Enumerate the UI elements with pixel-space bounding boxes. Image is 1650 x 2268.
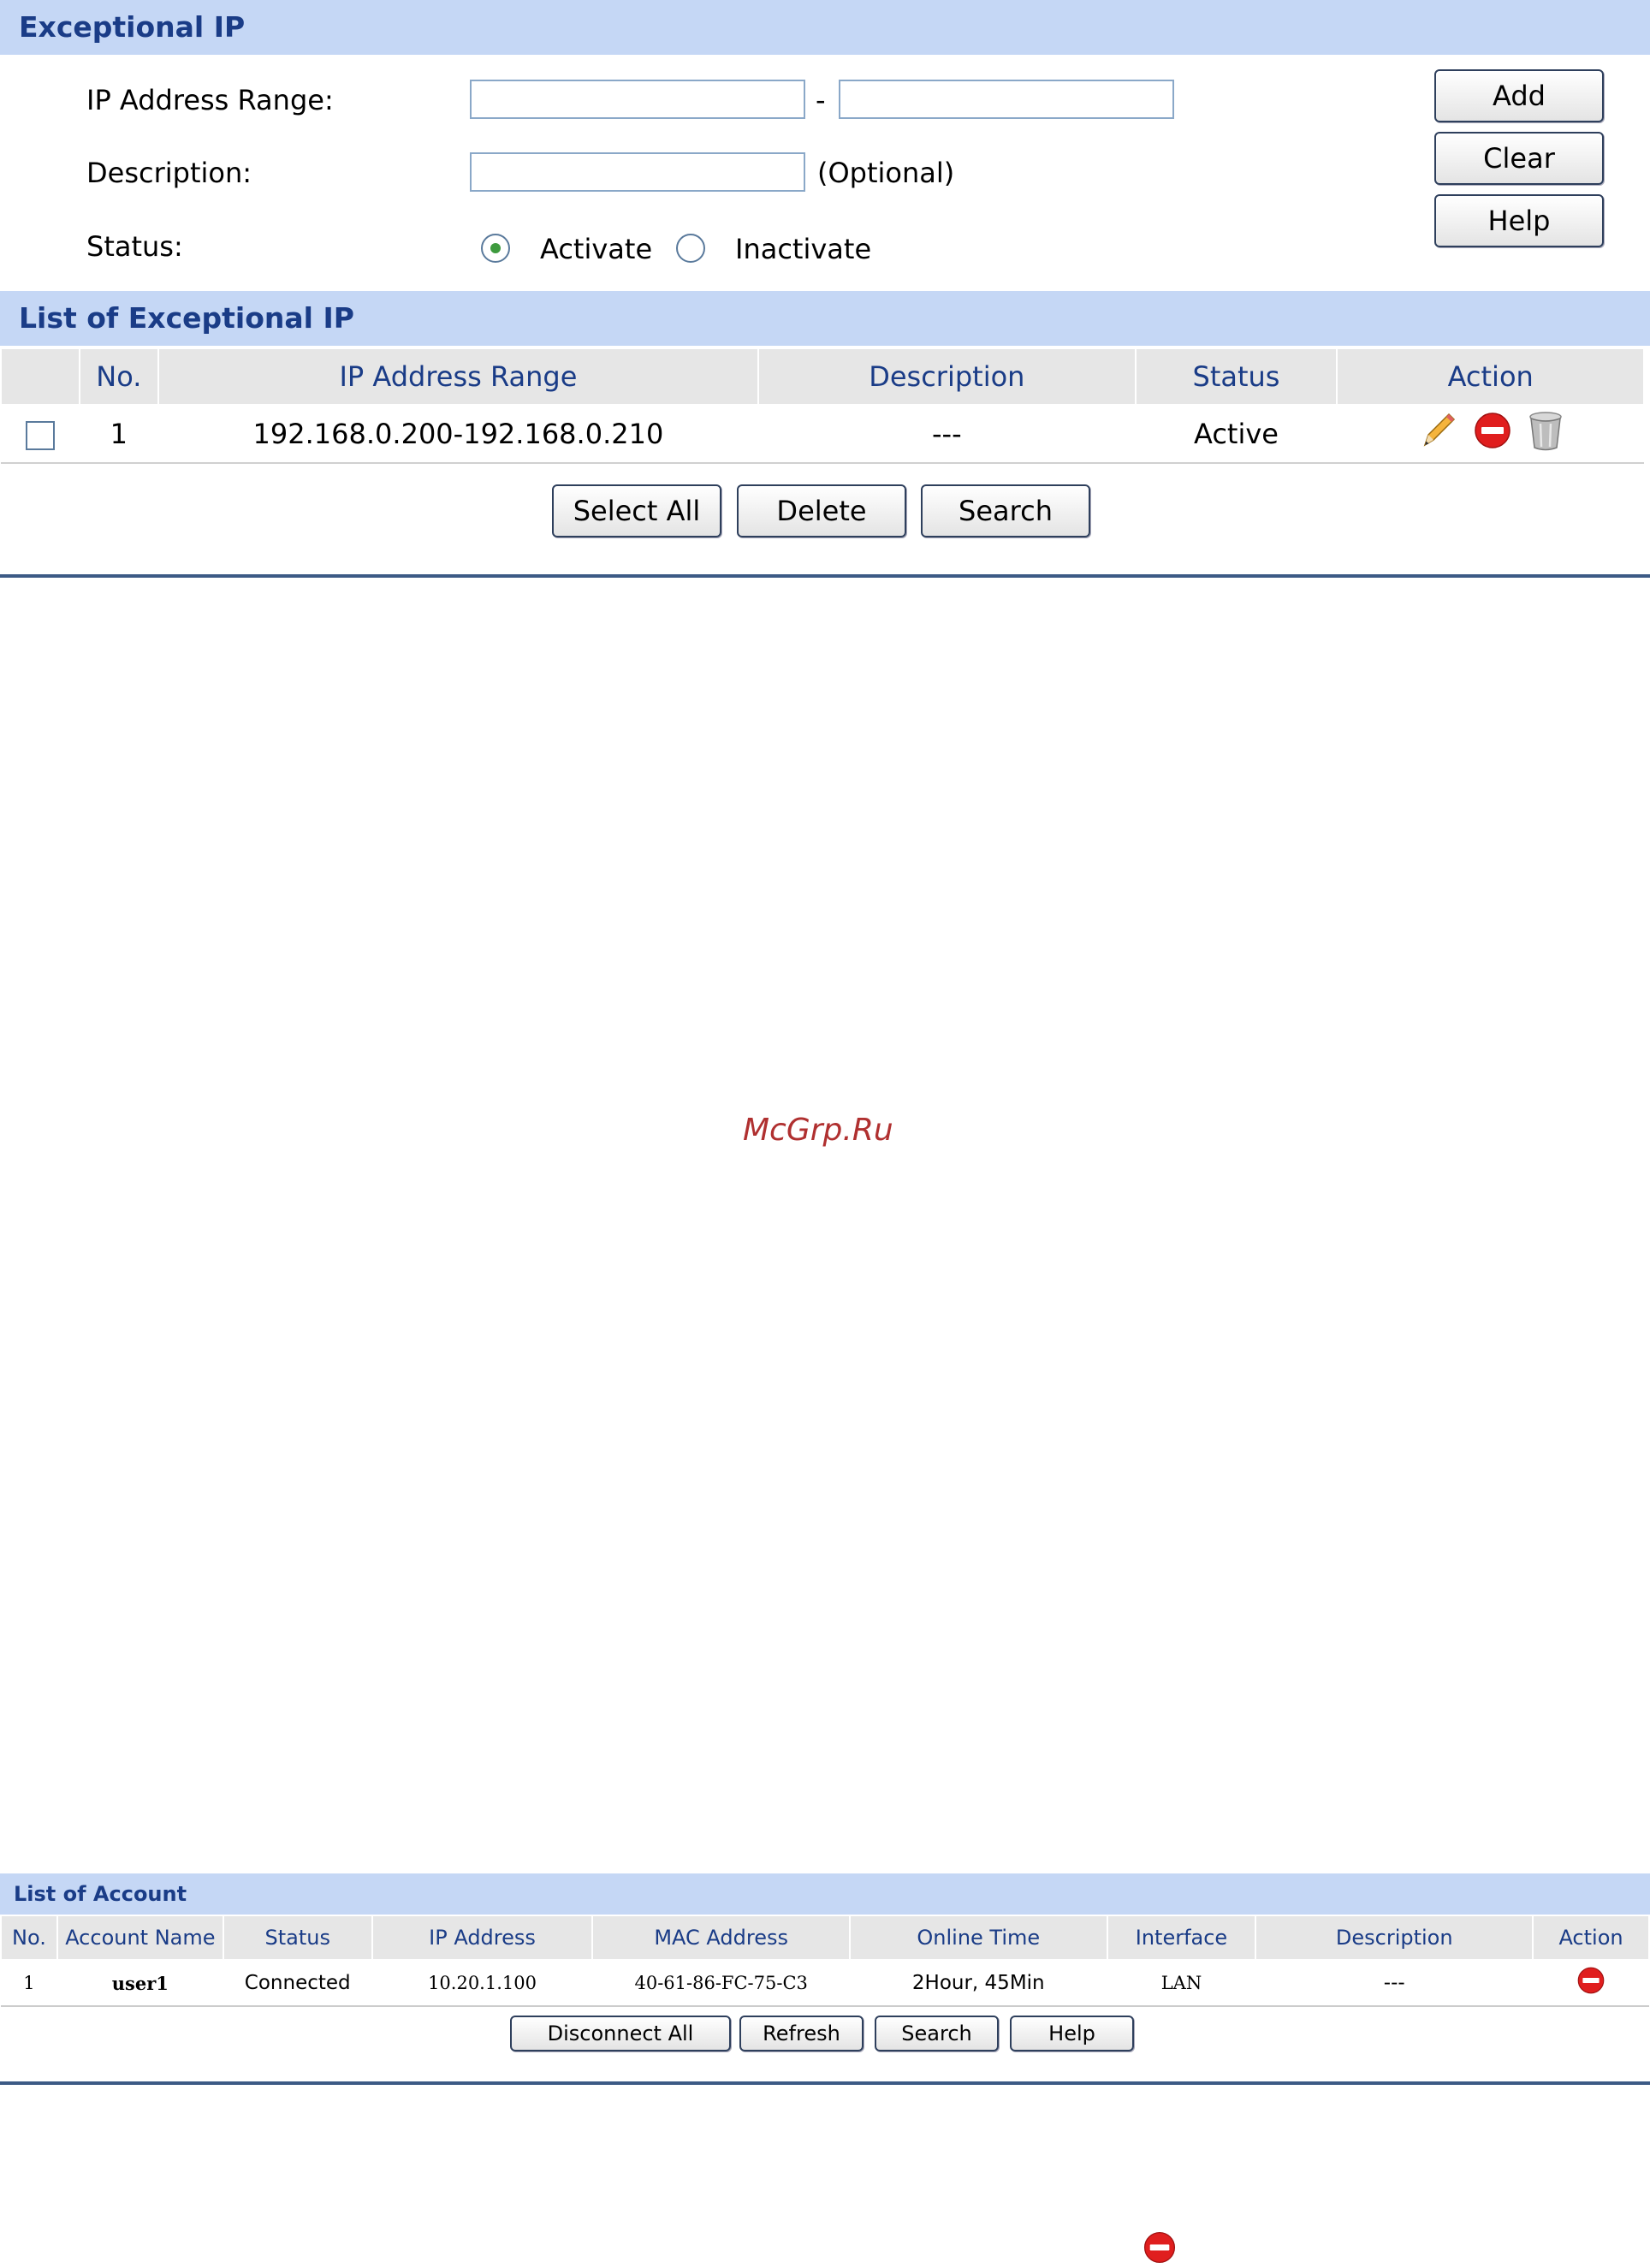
ip-range-end-input[interactable]: [839, 80, 1174, 119]
col-status: Status: [1134, 347, 1338, 406]
col-no: No.: [78, 347, 159, 406]
account-table: No. Account Name Status IP Address MAC A…: [0, 1915, 1650, 2007]
optional-hint: (Optional): [817, 157, 955, 189]
description-input[interactable]: [470, 152, 805, 192]
row-description: ---: [1383, 1972, 1405, 1994]
account-help-button[interactable]: Help: [1010, 2016, 1134, 2051]
col-status: Status: [222, 1915, 373, 1961]
status-inactivate-radio[interactable]: [676, 234, 705, 263]
exceptional-ip-header: Exceptional IP: [0, 0, 1650, 55]
col-no: No.: [0, 1915, 58, 1961]
section-divider: [0, 574, 1650, 578]
row-ip-range: 192.168.0.200-192.168.0.210: [157, 404, 759, 463]
row-checkbox-cell: [1, 404, 80, 463]
ip-range-label: IP Address Range:: [86, 84, 334, 116]
col-action: Action: [1532, 1915, 1650, 1961]
status-activate-radio[interactable]: [481, 234, 510, 263]
col-ip-range: IP Address Range: [157, 347, 760, 406]
col-ip-address: IP Address: [371, 1915, 594, 1961]
row-actions: [1533, 1960, 1649, 2006]
ip-range-start-input[interactable]: [470, 80, 805, 119]
clear-button[interactable]: Clear: [1434, 132, 1604, 185]
col-mac-address: MAC Address: [591, 1915, 851, 1961]
account-list-header: List of Account: [0, 1873, 1650, 1915]
row-status: Connected: [244, 1972, 351, 1994]
row-account-name: user1: [111, 1972, 169, 1994]
table-header-row: No. IP Address Range Description Status …: [0, 347, 1645, 406]
disconnect-icon: [1143, 2230, 1177, 2268]
table-row: 1 192.168.0.200-192.168.0.210 --- Active: [1, 404, 1644, 463]
col-action: Action: [1336, 347, 1645, 406]
col-description: Description: [1255, 1915, 1534, 1961]
row-status: Active: [1135, 404, 1338, 463]
col-account-name: Account Name: [56, 1915, 224, 1961]
col-description: Description: [757, 347, 1137, 406]
add-button[interactable]: Add: [1434, 69, 1604, 122]
row-checkbox[interactable]: [25, 421, 55, 450]
status-label: Status:: [86, 230, 183, 263]
row-no: 1: [79, 404, 158, 463]
row-ip-address: 10.20.1.100: [428, 1973, 537, 1993]
exceptional-ip-table: No. IP Address Range Description Status …: [0, 347, 1645, 464]
row-mac-address: 40-61-86-FC-75-C3: [634, 1973, 808, 1993]
col-select: [0, 347, 80, 406]
col-online-time: Online Time: [848, 1915, 1108, 1961]
exceptional-list-header: List of Exceptional IP: [0, 291, 1650, 346]
delete-button[interactable]: Delete: [737, 484, 906, 537]
row-interface: LAN: [1160, 1973, 1202, 1993]
description-label: Description:: [86, 157, 252, 189]
row-online-time: 2Hour, 45Min: [911, 1972, 1045, 1994]
search-button[interactable]: Search: [921, 484, 1090, 537]
select-all-button[interactable]: Select All: [552, 484, 721, 537]
table-header-row: No. Account Name Status IP Address MAC A…: [0, 1915, 1650, 1961]
status-inactivate-label: Inactivate: [735, 233, 872, 265]
watermark: McGrp.Ru: [743, 1113, 893, 1148]
row-actions: [1337, 404, 1644, 463]
disconnect-all-button[interactable]: Disconnect All: [510, 2016, 731, 2051]
help-button[interactable]: Help: [1434, 194, 1604, 247]
col-interface: Interface: [1106, 1915, 1257, 1961]
disable-icon[interactable]: [1473, 411, 1512, 457]
section-divider: [0, 2081, 1650, 2085]
edit-icon[interactable]: [1416, 409, 1459, 459]
table-row: 1 user1 Connected 10.20.1.100 40-61-86-F…: [1, 1960, 1649, 2006]
status-activate-label: Activate: [540, 233, 653, 265]
row-description: ---: [758, 404, 1136, 463]
disconnect-icon[interactable]: [1576, 1966, 1605, 2000]
refresh-button[interactable]: Refresh: [739, 2016, 864, 2051]
range-dash: -: [816, 84, 826, 116]
account-search-button[interactable]: Search: [875, 2016, 999, 2051]
delete-icon[interactable]: [1526, 409, 1565, 459]
row-no: 1: [23, 1973, 35, 1993]
